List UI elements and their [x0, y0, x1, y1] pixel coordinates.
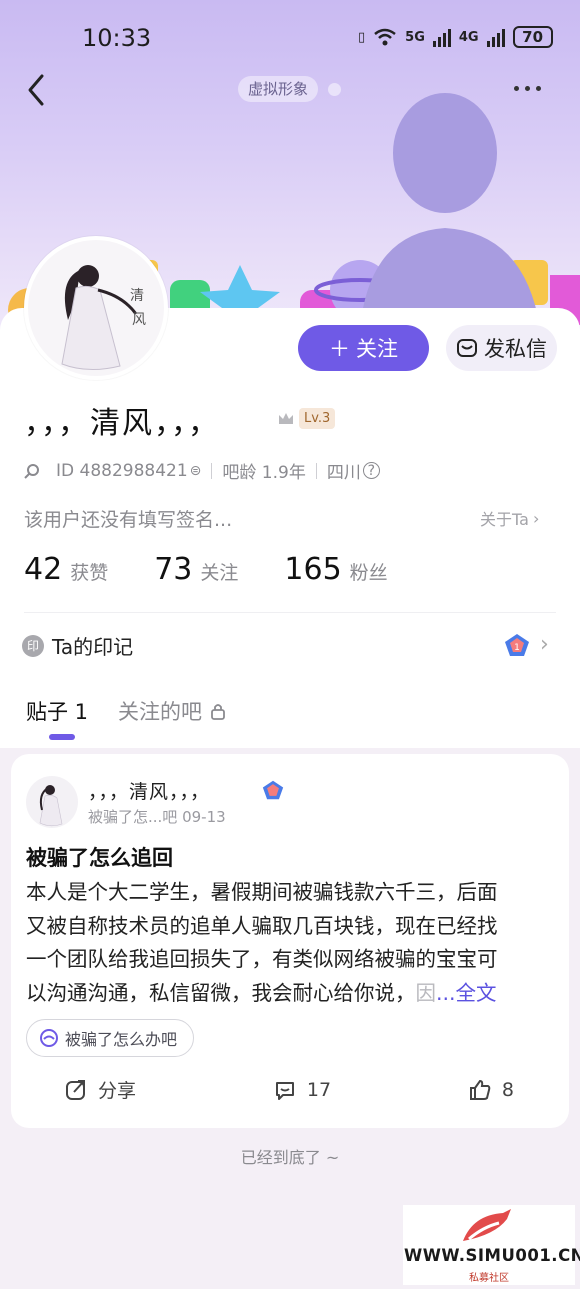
- silhouette-icon: [360, 93, 540, 328]
- post-title[interactable]: 被骗了怎么追回: [26, 842, 173, 872]
- plus-icon: ＋: [329, 337, 350, 361]
- avatar-illustration: 清 风: [28, 240, 164, 376]
- share-label: 分享: [98, 1080, 137, 1102]
- stat-likes-label: 获赞: [70, 562, 109, 584]
- tab-posts[interactable]: 贴子 1: [26, 696, 88, 726]
- avatar[interactable]: 清 风: [24, 236, 168, 380]
- like-count: 8: [501, 1078, 514, 1101]
- tab-followed-bars[interactable]: 关注的吧: [118, 696, 226, 726]
- signature: 该用户还没有填写签名...: [24, 509, 233, 531]
- watermark-subtitle: 私募社区: [469, 1273, 509, 1284]
- svg-text:风: 风: [132, 312, 146, 328]
- watermark-site: WWW.SIMU001.CN: [404, 1246, 580, 1265]
- stat-fans-num: 165: [284, 552, 342, 587]
- message-icon: [457, 339, 477, 357]
- tieba-age: 吧龄 1.9年: [222, 463, 306, 483]
- comment-icon: [275, 1081, 294, 1100]
- stat-fans-label: 粉丝: [349, 562, 388, 584]
- post-username[interactable]: ，，，清风，，，: [88, 777, 210, 804]
- share-icon: [66, 1079, 85, 1100]
- full-text-link[interactable]: ...全文: [436, 977, 497, 1011]
- stat-fans[interactable]: 165 粉丝: [284, 552, 387, 587]
- location: 四川: [326, 463, 361, 483]
- follow-button[interactable]: ＋ 关注: [298, 325, 429, 371]
- level-badge: Lv.3: [299, 408, 336, 429]
- seal-title: Ta的印记: [52, 635, 134, 659]
- status-icons: ▯ 5G 4G 70: [358, 26, 553, 48]
- battery-indicator: 70: [512, 26, 553, 48]
- user-id: ID 4882988421: [56, 460, 188, 481]
- seal-icon: 印: [22, 634, 44, 657]
- more-options-icon[interactable]: [514, 86, 541, 91]
- about-link[interactable]: 关于Ta ›: [480, 506, 539, 530]
- about-label: 关于Ta: [480, 510, 529, 529]
- status-time: 10:33: [82, 24, 152, 52]
- crown-icon: [279, 413, 293, 424]
- seal-row[interactable]: 印 Ta的印记: [22, 631, 133, 660]
- lock-icon: [211, 704, 225, 720]
- back-arrow-icon[interactable]: [22, 72, 52, 108]
- post-line: 又被自称技术员的追单人骗取几百块钱，现在已经找: [26, 913, 498, 938]
- vibrate-icon: ▯: [358, 29, 366, 45]
- search-icon: [24, 463, 39, 479]
- signal-icon-2: [486, 27, 505, 47]
- stat-following-num: 73: [154, 552, 193, 587]
- network-4g: 4G: [458, 29, 479, 45]
- pill-dot: [328, 83, 341, 96]
- svg-text:1: 1: [514, 643, 520, 653]
- profile-meta: ID 4882988421 ⊜ 吧龄 1.9年 四川 ?: [24, 458, 380, 483]
- comment-button[interactable]: 17: [273, 1078, 331, 1102]
- seal-badges[interactable]: 1 ›: [504, 632, 549, 657]
- message-label: 发私信: [484, 337, 547, 361]
- post-avatar-illustration: [39, 785, 63, 827]
- post-line-last: 以沟通沟通，私信留微，我会耐心给你说， 因 ...全文: [26, 977, 556, 1011]
- bar-tag[interactable]: 被骗了怎么办吧: [26, 1019, 195, 1057]
- post-body[interactable]: 本人是个大二学生，暑假期间被骗钱款六千三，后面 又被自称技术员的追单人骗取几百块…: [26, 876, 556, 1010]
- watermark-logo-icon: [463, 1209, 511, 1241]
- post-line: 以沟通沟通，私信留微，我会耐心给你说，: [26, 980, 416, 1005]
- signal-icon: [432, 27, 451, 47]
- stat-likes[interactable]: 42 获赞: [24, 552, 108, 587]
- post-meta: 被骗了怎...吧 09-13: [88, 808, 226, 826]
- share-button[interactable]: 分享: [64, 1076, 136, 1103]
- stat-following[interactable]: 73 关注: [154, 552, 238, 587]
- post-line: 一个团队给我追回损失了，有类似网络被骗的宝宝可: [26, 947, 498, 971]
- bar-tag-label: 被骗了怎么办吧: [65, 1030, 178, 1049]
- profile-name: ，，，清风，，，: [24, 406, 220, 441]
- rank-badge-icon: 1: [505, 633, 529, 656]
- rank-badge-icon: [262, 780, 284, 800]
- chevron-right-icon: ›: [532, 508, 540, 528]
- chevron-right-icon: ›: [540, 632, 549, 657]
- profile-tabs: 贴子 1 关注的吧: [26, 696, 226, 726]
- wifi-icon: [374, 28, 396, 46]
- tab-followed-bars-label: 关注的吧: [118, 700, 203, 724]
- thumbs-up-icon: [469, 1079, 491, 1100]
- comment-count: 17: [306, 1078, 332, 1101]
- copy-icon[interactable]: ⊜: [190, 463, 202, 479]
- divider: [24, 612, 556, 613]
- end-of-list: 已经到底了 ~: [240, 1148, 340, 1167]
- help-icon[interactable]: ?: [362, 462, 380, 479]
- post-actions: 分享 17 8: [64, 1076, 514, 1103]
- like-button[interactable]: 8: [468, 1078, 514, 1102]
- post-line-faded: 因: [415, 980, 437, 1005]
- follow-label: 关注: [356, 337, 398, 361]
- message-button[interactable]: 发私信: [446, 325, 557, 371]
- bar-icon: [40, 1029, 58, 1047]
- post-avatar[interactable]: [26, 776, 78, 828]
- svg-text:清: 清: [130, 288, 144, 304]
- stat-likes-num: 42: [24, 552, 63, 587]
- tab-indicator: [49, 734, 75, 740]
- stats-row: 42 获赞 73 关注 165 粉丝: [24, 552, 434, 587]
- network-5g: 5G: [405, 29, 425, 45]
- virtual-avatar-pill[interactable]: 虚拟形象: [238, 76, 319, 102]
- stat-following-label: 关注: [200, 562, 239, 584]
- post-line: 本人是个大二学生，暑假期间被骗钱款六千三，后面: [26, 880, 498, 904]
